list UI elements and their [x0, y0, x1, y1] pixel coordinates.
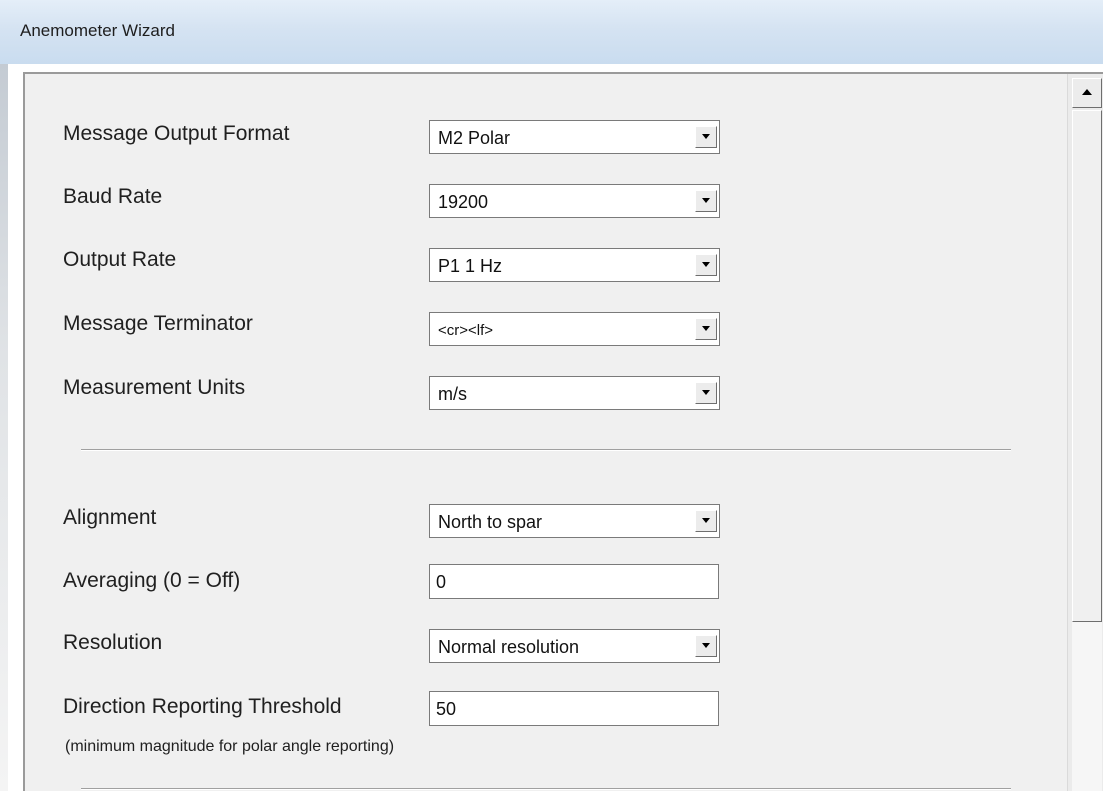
chevron-down-icon[interactable] — [695, 510, 717, 532]
output-rate-value: P1 1 Hz — [438, 256, 503, 276]
averaging-input[interactable]: 0 — [429, 564, 719, 599]
resolution-dropdown[interactable]: Normal resolution — [429, 629, 720, 663]
alignment-value: North to spar — [438, 512, 543, 532]
chevron-down-icon[interactable] — [695, 126, 717, 148]
direction-threshold-label: Direction Reporting Threshold — [63, 695, 342, 718]
window-edge — [0, 64, 8, 791]
message-output-format-label: Message Output Format — [63, 122, 290, 145]
baud-rate-value: 19200 — [438, 192, 489, 212]
measurement-units-dropdown[interactable]: m/s — [429, 376, 720, 410]
averaging-value: 0 — [436, 572, 447, 592]
settings-panel: Message Output Format M2 Polar Baud Rate… — [23, 72, 1103, 791]
message-terminator-label: Message Terminator — [63, 312, 253, 335]
measurement-units-value: m/s — [438, 384, 467, 404]
chevron-down-icon[interactable] — [695, 318, 717, 340]
scroll-up-button[interactable] — [1072, 78, 1102, 108]
resolution-label: Resolution — [63, 631, 163, 654]
chevron-down-icon[interactable] — [695, 254, 717, 276]
chevron-down-icon[interactable] — [695, 635, 717, 657]
output-rate-dropdown[interactable]: P1 1 Hz — [429, 248, 720, 282]
chevron-down-icon[interactable] — [695, 382, 717, 404]
message-output-format-value: M2 Polar — [438, 128, 511, 148]
title-bar[interactable]: Anemometer Wizard — [0, 0, 1103, 64]
baud-rate-label: Baud Rate — [63, 185, 163, 208]
resolution-value: Normal resolution — [438, 637, 580, 657]
direction-threshold-value: 50 — [436, 699, 457, 719]
averaging-label: Averaging (0 = Off) — [63, 569, 241, 592]
output-rate-label: Output Rate — [63, 248, 177, 271]
message-terminator-dropdown[interactable]: <cr><lf> — [429, 312, 720, 346]
baud-rate-dropdown[interactable]: 19200 — [429, 184, 720, 218]
window-title: Anemometer Wizard — [20, 21, 175, 40]
alignment-dropdown[interactable]: North to spar — [429, 504, 720, 538]
measurement-units-label: Measurement Units — [63, 376, 246, 399]
section-divider — [81, 449, 1011, 451]
vertical-scrollbar[interactable] — [1067, 74, 1103, 791]
direction-threshold-hint: (minimum magnitude for polar angle repor… — [65, 738, 395, 755]
chevron-down-icon[interactable] — [695, 190, 717, 212]
scroll-thumb[interactable] — [1072, 110, 1102, 622]
message-output-format-dropdown[interactable]: M2 Polar — [429, 120, 720, 154]
direction-threshold-input[interactable]: 50 — [429, 691, 719, 726]
message-terminator-value: <cr><lf> — [438, 322, 494, 339]
scroll-track[interactable] — [1072, 622, 1102, 791]
alignment-label: Alignment — [63, 506, 157, 529]
section-divider — [81, 788, 1011, 790]
